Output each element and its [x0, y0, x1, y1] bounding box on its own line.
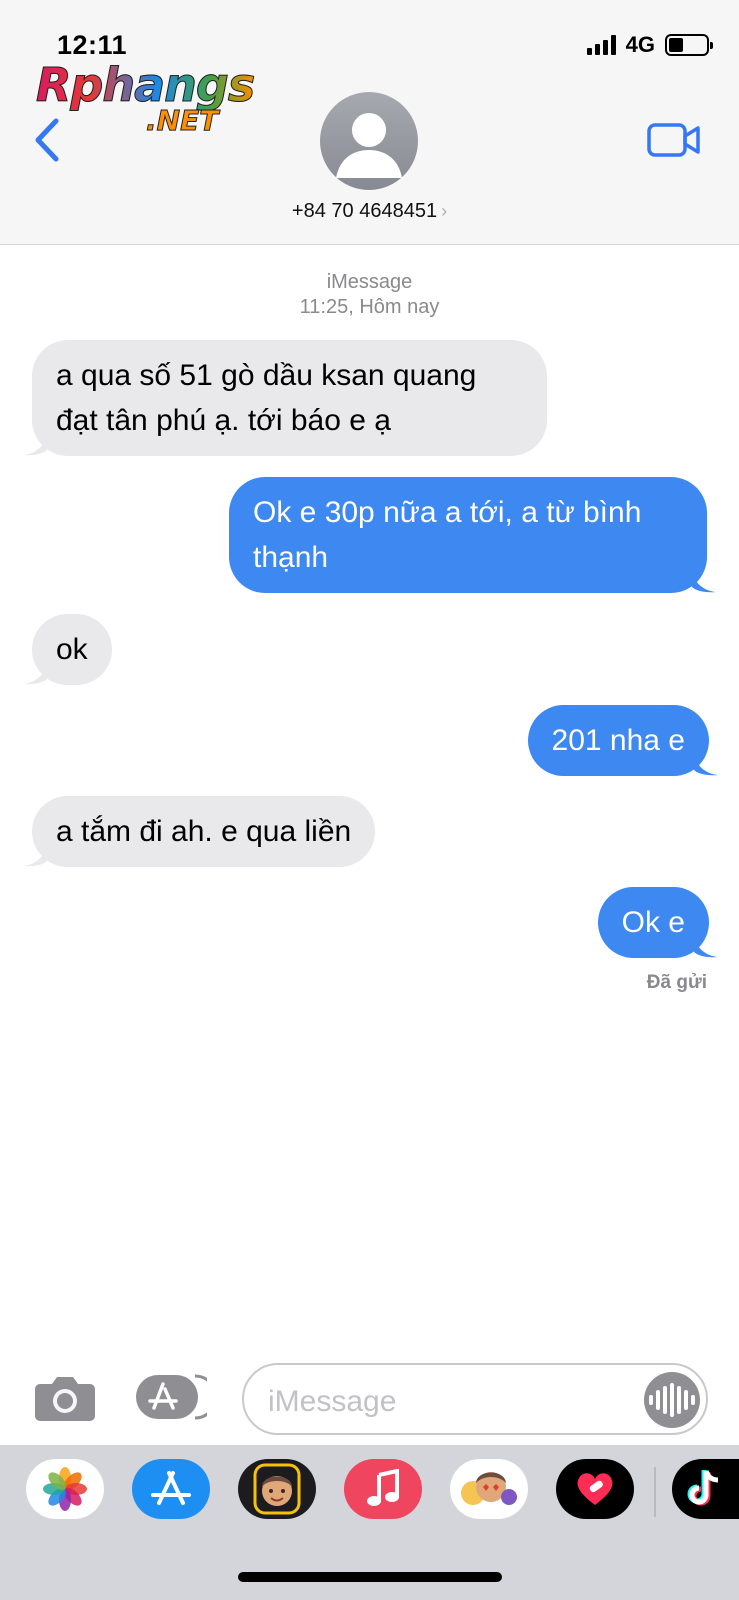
music-app[interactable] [344, 1459, 422, 1519]
chevron-right-icon: › [441, 201, 448, 221]
app-store-app[interactable] [132, 1459, 210, 1519]
message-bubble-received[interactable]: a qua số 51 gò dầu ksan quang đạt tân ph… [23, 340, 547, 456]
message-text: a qua số 51 gò dầu ksan quang [56, 359, 477, 392]
battery-icon [665, 34, 713, 56]
bubble-tail [23, 663, 47, 685]
message-text: 201 nha e [551, 724, 685, 757]
app-store-icon [151, 1471, 191, 1505]
contact-name-button[interactable]: +84 70 4648451 › [0, 200, 739, 223]
audio-message-button[interactable] [644, 1372, 700, 1428]
message-bubble-sent[interactable]: Ok e 30p nữa a tới, a từ bình thạnh [229, 477, 716, 593]
bubble-tail [23, 845, 47, 867]
message-text: ok [56, 633, 88, 666]
tiktok-icon [687, 1470, 718, 1506]
music-note-icon [367, 1469, 399, 1506]
bubble-tail [694, 754, 718, 776]
bubble-tail [692, 571, 716, 593]
facetime-video-button[interactable] [647, 122, 701, 158]
chevron-left-icon [35, 118, 59, 162]
app-store-apps-button[interactable] [135, 1372, 218, 1422]
message-text: đạt tân phú ạ. tới báo e ạ [56, 404, 391, 437]
message-bubble-sent[interactable]: Ok e [597, 887, 718, 958]
home-indicator [238, 1572, 502, 1582]
contact-avatar[interactable] [320, 92, 418, 190]
watermark-logo: Rphangs .NET [35, 58, 256, 138]
message-bubble-received[interactable]: ok [23, 614, 112, 685]
camera-button[interactable] [34, 1372, 96, 1422]
message-input-placeholder: iMessage [268, 1385, 397, 1418]
watermark-line2: .NET [145, 104, 219, 138]
message-text: a tắm đi ah. e qua liền [56, 815, 352, 848]
message-text: Ok e [621, 906, 685, 939]
camera-icon [35, 1377, 95, 1421]
digital-touch-app[interactable] [556, 1459, 634, 1519]
drawer-divider [654, 1467, 656, 1517]
bubble-tail [23, 434, 47, 456]
contact-number: +84 70 4648451 [291, 200, 438, 222]
photos-icon [43, 1467, 87, 1511]
message-input[interactable]: iMessage [242, 1363, 708, 1435]
memoji-app[interactable] [238, 1459, 316, 1519]
message-bubble-sent[interactable]: 201 nha e [527, 705, 718, 776]
imessage-app-drawer [0, 1445, 739, 1600]
person-silhouette-icon [336, 113, 402, 178]
video-camera-icon [647, 123, 700, 157]
thread-timestamp: 11:25, Hôm nay [299, 296, 440, 318]
conversation-header: 12:11 4G Rphangs .NET +84 70 4648451 › [0, 0, 739, 245]
digital-touch-icon [577, 1473, 613, 1505]
network-type: 4G [625, 32, 655, 57]
status-indicators: 4G [586, 32, 713, 58]
message-text: thạnh [253, 541, 329, 574]
tiktok-app[interactable] [672, 1459, 739, 1519]
message-bubble-received[interactable]: a tắm đi ah. e qua liền [23, 796, 376, 867]
status-time: 12:11 [57, 30, 128, 60]
animoji-stickers-icon [461, 1472, 517, 1505]
cellular-signal-icon [586, 35, 616, 55]
bubble-tail [694, 936, 718, 958]
service-label: iMessage [326, 271, 413, 293]
back-button[interactable] [28, 115, 68, 165]
memoji-icon [253, 1463, 301, 1515]
delivery-status: Đã gửi [646, 972, 707, 993]
message-text: Ok e 30p nữa a tới, a từ bình [253, 496, 642, 529]
photos-app[interactable] [26, 1459, 104, 1519]
animoji-stickers-app[interactable] [450, 1459, 528, 1519]
app-store-icon [136, 1374, 218, 1420]
